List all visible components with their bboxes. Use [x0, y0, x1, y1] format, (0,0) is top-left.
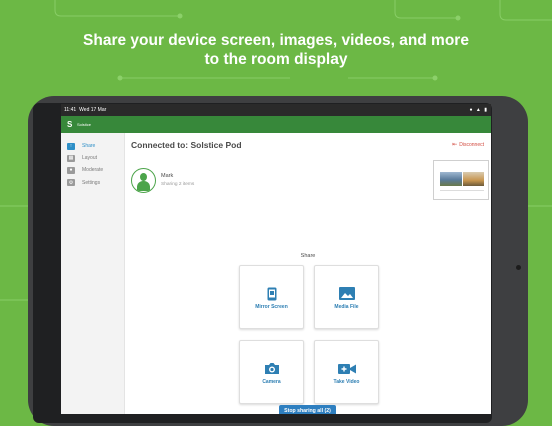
solstice-logo-icon: S — [67, 120, 73, 129]
disconnect-label: Disconnect — [459, 141, 484, 148]
main-content: Connected to: Solstice Pod ⇤ Disconnect … — [125, 133, 491, 414]
layout-icon: ▦ — [67, 154, 75, 162]
layout-preview[interactable] — [433, 160, 489, 200]
sidebar-item-label: Layout — [82, 155, 98, 162]
person-icon — [140, 173, 147, 181]
media-file-button[interactable]: Media File — [314, 265, 379, 329]
exit-icon: ⇤ — [452, 142, 458, 148]
tile-label: Camera — [262, 379, 281, 385]
sidebar: ↑ Share ▦ Layout ● Moderate ⚙ Settings — [61, 133, 125, 414]
status-bar: 11:41 Wed 17 Mar ● ▲ ▮ — [61, 104, 491, 116]
avatar — [131, 168, 156, 193]
preview-divider — [440, 190, 484, 191]
gear-icon: ⚙ — [67, 179, 75, 187]
share-icon: ↑ — [67, 142, 75, 150]
app-logo-text: Solstice — [77, 122, 92, 127]
status-date: Wed 17 Mar — [79, 107, 107, 113]
moderate-icon: ● — [67, 166, 75, 174]
status-time: 11:41 — [64, 107, 77, 113]
page-title: Connected to: Solstice Pod — [131, 140, 242, 150]
sidebar-item-layout[interactable]: ▦ Layout — [61, 152, 124, 164]
app-header: S Solstice — [61, 116, 491, 133]
tile-label: Take Video — [333, 379, 360, 385]
mirror-screen-icon — [263, 286, 281, 301]
user-name: Mark — [161, 173, 174, 179]
mirror-screen-button[interactable]: Mirror Screen — [239, 265, 304, 329]
person-icon-body — [137, 181, 150, 191]
marketing-headline: Share your device screen, images, videos… — [0, 31, 552, 69]
user-status: Sharing 2 items — [161, 182, 195, 187]
sidebar-item-label: Share — [82, 143, 96, 149]
app-screen: 11:41 Wed 17 Mar ● ▲ ▮ S Solstice ↑ Shar… — [61, 104, 491, 414]
share-heading: Share — [300, 253, 316, 259]
tile-label: Mirror Screen — [255, 304, 288, 310]
stop-sharing-button[interactable]: Stop sharing all (2) — [279, 405, 336, 414]
camera-icon — [263, 361, 281, 376]
preview-thumbnail-1 — [440, 172, 462, 186]
sidebar-item-label: Moderate — [82, 167, 104, 174]
disconnect-button[interactable]: ⇤ Disconnect — [452, 141, 484, 149]
image-icon — [338, 286, 356, 301]
tablet-camera-dot — [516, 265, 521, 270]
preview-thumbnail-2 — [463, 172, 484, 186]
video-camera-icon — [338, 361, 356, 376]
tile-label: Media File — [334, 304, 359, 310]
headline-line-1: Share your device screen, images, videos… — [83, 32, 469, 49]
take-video-button[interactable]: Take Video — [314, 340, 379, 404]
camera-button[interactable]: Camera — [239, 340, 304, 404]
headline-line-2: to the room display — [204, 51, 348, 68]
sidebar-item-share[interactable]: ↑ Share — [61, 140, 124, 152]
sidebar-item-label: Settings — [82, 179, 101, 186]
status-indicators-icon: ● ▲ ▮ — [469, 107, 488, 113]
sidebar-item-settings[interactable]: ⚙ Settings — [61, 177, 124, 189]
sidebar-item-moderate[interactable]: ● Moderate — [61, 164, 124, 176]
